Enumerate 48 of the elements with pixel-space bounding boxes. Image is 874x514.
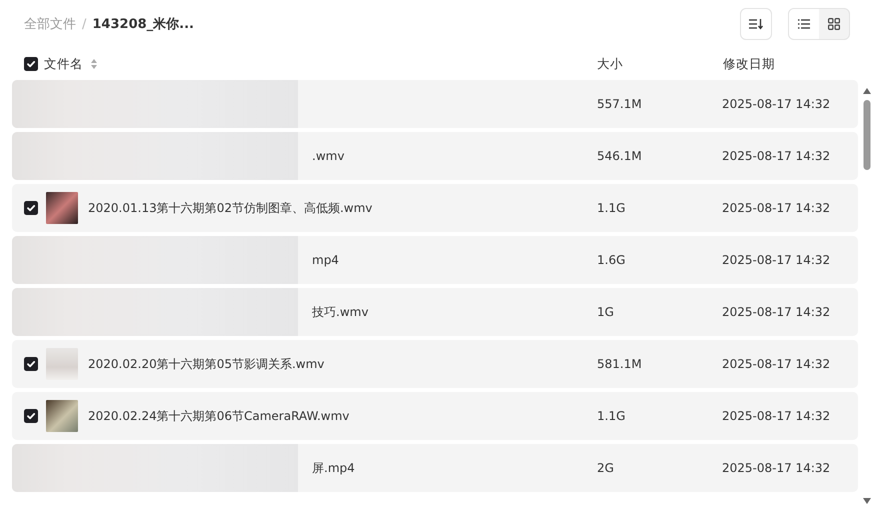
file-size: 557.1M	[597, 97, 643, 111]
modified-date: 2025-08-17 14:32	[722, 305, 832, 319]
file-row[interactable]: 屏.mp4 2G 2025-08-17 14:32	[12, 444, 858, 492]
modified-date: 2025-08-17 14:32	[722, 409, 832, 423]
file-row[interactable]: .wmv 546.1M 2025-08-17 14:32	[12, 132, 858, 180]
column-header: 大小	[597, 56, 624, 72]
list-icon	[798, 19, 810, 29]
file-name: 技巧.wmv	[312, 304, 368, 320]
row-checkbox[interactable]	[24, 201, 38, 215]
modified-date: 2025-08-17 14:32	[722, 97, 832, 111]
file-row[interactable]: 2020.01.13第十六期第02节仿制图章、高低频.wmv 1.1G 2025-08-17 14:32	[12, 184, 858, 232]
file-row[interactable]: 557.1M 2025-08-17 14:32	[12, 80, 858, 128]
file-size: 1G	[597, 305, 615, 319]
modified-date: 2025-08-17 14:32	[722, 461, 832, 475]
photo-thumbnail	[46, 348, 78, 380]
row-checkbox[interactable]	[24, 357, 38, 371]
file-size: 1.1G	[597, 201, 626, 215]
file-size: 581.1M	[597, 357, 643, 371]
photo-thumbnail	[46, 400, 78, 432]
modified-date: 2025-08-17 14:32	[722, 253, 832, 267]
sort-button[interactable]	[740, 8, 772, 40]
breadcrumb-item: 143208_米你...	[92, 16, 194, 33]
select-all-checkbox[interactable]	[24, 57, 38, 71]
file-row[interactable]: 2020.02.20第十六期第05节影调关系.wmv 581.1M 2025-08-17 14:32	[12, 340, 858, 388]
file-name: mp4	[312, 253, 339, 267]
grid-icon	[828, 18, 840, 30]
modified-date: 2025-08-17 14:32	[722, 149, 832, 163]
file-name: 2020.01.13第十六期第02节仿制图章、高低频.wmv	[88, 200, 372, 216]
file-row[interactable]: 2020.02.24第十六期第06节CameraRAW.wmv 1.1G 2025-08-17 14:32	[12, 392, 858, 440]
list-view-button[interactable]	[789, 9, 819, 39]
file-size: 1.6G	[597, 253, 626, 267]
file-size: 546.1M	[597, 149, 643, 163]
modified-date: 2025-08-17 14:32	[722, 201, 832, 215]
file-name: 2020.02.24第十六期第06节CameraRAW.wmv	[88, 408, 350, 424]
file-row[interactable]: 技巧.wmv 1G 2025-08-17 14:32	[12, 288, 858, 336]
file-size: 2G	[597, 461, 615, 475]
breadcrumb-separator: /	[82, 16, 86, 32]
file-name: 2020.02.20第十六期第05节影调关系.wmv	[88, 356, 324, 372]
column-header: 修改日期	[723, 56, 776, 72]
photo-thumbnail	[46, 192, 78, 224]
file-size: 1.1G	[597, 409, 626, 423]
file-name: .wmv	[312, 149, 344, 163]
column-header[interactable]: 文件名	[44, 56, 83, 72]
sort-icon	[749, 18, 763, 30]
file-row[interactable]: mp4 1.6G 2025-08-17 14:32	[12, 236, 858, 284]
modified-date: 2025-08-17 14:32	[722, 357, 832, 371]
file-name: 屏.mp4	[312, 460, 355, 476]
row-checkbox[interactable]	[24, 409, 38, 423]
